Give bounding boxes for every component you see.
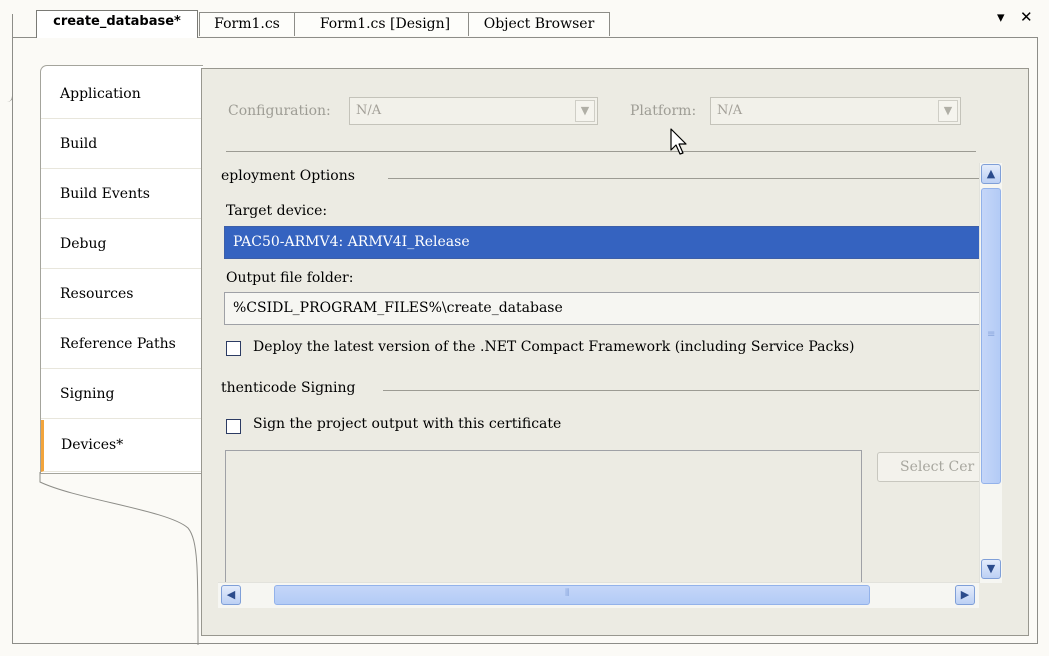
devices-scroll-view: eployment Options Target device: PAC50-A… bbox=[218, 163, 1001, 608]
target-device-label: Target device: bbox=[226, 203, 328, 219]
page-list-tail bbox=[39, 472, 199, 645]
page-item-signing[interactable]: Signing bbox=[41, 369, 202, 419]
page-item-build-events[interactable]: Build Events bbox=[41, 169, 202, 219]
page-item-debug[interactable]: Debug bbox=[41, 219, 202, 269]
mouse-pointer-icon bbox=[670, 128, 687, 155]
configuration-combo: N/A ▼ bbox=[349, 97, 598, 125]
property-page-list: Application Build Build Events Debug Res… bbox=[40, 65, 203, 474]
chevron-down-icon: ▼ bbox=[938, 100, 958, 122]
sign-output-label[interactable]: Sign the project output with this certif… bbox=[253, 416, 561, 432]
output-folder-field[interactable]: %CSIDL_PROGRAM_FILES%\create_database bbox=[224, 292, 1001, 325]
configuration-value: N/A bbox=[356, 103, 382, 118]
page-item-build[interactable]: Build bbox=[41, 119, 202, 169]
output-folder-label: Output file folder: bbox=[226, 270, 354, 286]
sign-output-checkbox[interactable] bbox=[226, 419, 241, 434]
tab-object-browser[interactable]: Object Browser bbox=[468, 12, 610, 36]
tab-form1-cs[interactable]: Form1.cs bbox=[199, 12, 295, 36]
close-document-icon[interactable]: ✕ bbox=[1020, 8, 1033, 26]
window-position-dropdown-icon[interactable]: ▾ bbox=[997, 8, 1005, 26]
target-device-combo[interactable]: PAC50-ARMV4: ARMV4I_Release bbox=[224, 226, 1001, 259]
config-separator bbox=[226, 151, 976, 152]
right-arrow-icon[interactable]: ▶ bbox=[955, 585, 975, 605]
horizontal-scroll-thumb[interactable]: ⦀ bbox=[274, 585, 870, 605]
vertical-scrollbar[interactable]: ▲ ≡ ▼ bbox=[979, 163, 1002, 583]
tab-form1-design[interactable]: Form1.cs [Design] bbox=[294, 12, 476, 36]
authenticode-separator bbox=[383, 390, 1001, 391]
scrollbar-corner bbox=[979, 583, 1001, 607]
down-arrow-icon[interactable]: ▼ bbox=[981, 559, 1001, 579]
configuration-label: Configuration: bbox=[228, 103, 331, 119]
left-arrow-icon[interactable]: ◀ bbox=[221, 585, 241, 605]
page-item-application[interactable]: Application bbox=[41, 69, 202, 119]
page-item-devices[interactable]: Devices* bbox=[41, 420, 202, 472]
chevron-down-icon: ▼ bbox=[575, 100, 595, 122]
horizontal-scrollbar[interactable]: ◀ ⦀ ▶ bbox=[218, 582, 979, 608]
deploy-cf-label[interactable]: Deploy the latest version of the .NET Co… bbox=[253, 339, 855, 355]
up-arrow-icon[interactable]: ▲ bbox=[981, 164, 1001, 184]
platform-label: Platform: bbox=[630, 103, 697, 119]
platform-combo: N/A ▼ bbox=[710, 97, 961, 125]
authenticode-heading: thenticode Signing bbox=[221, 380, 356, 396]
tab-create-database[interactable]: create_database* bbox=[36, 10, 198, 38]
platform-value: N/A bbox=[717, 103, 743, 118]
page-item-resources[interactable]: Resources bbox=[41, 269, 202, 319]
vertical-scroll-thumb[interactable]: ≡ bbox=[981, 188, 1001, 484]
page-item-reference-paths[interactable]: Reference Paths bbox=[41, 319, 202, 369]
deployment-separator bbox=[388, 178, 1001, 179]
deploy-cf-checkbox[interactable] bbox=[226, 341, 241, 356]
deployment-options-heading: eployment Options bbox=[221, 168, 355, 184]
